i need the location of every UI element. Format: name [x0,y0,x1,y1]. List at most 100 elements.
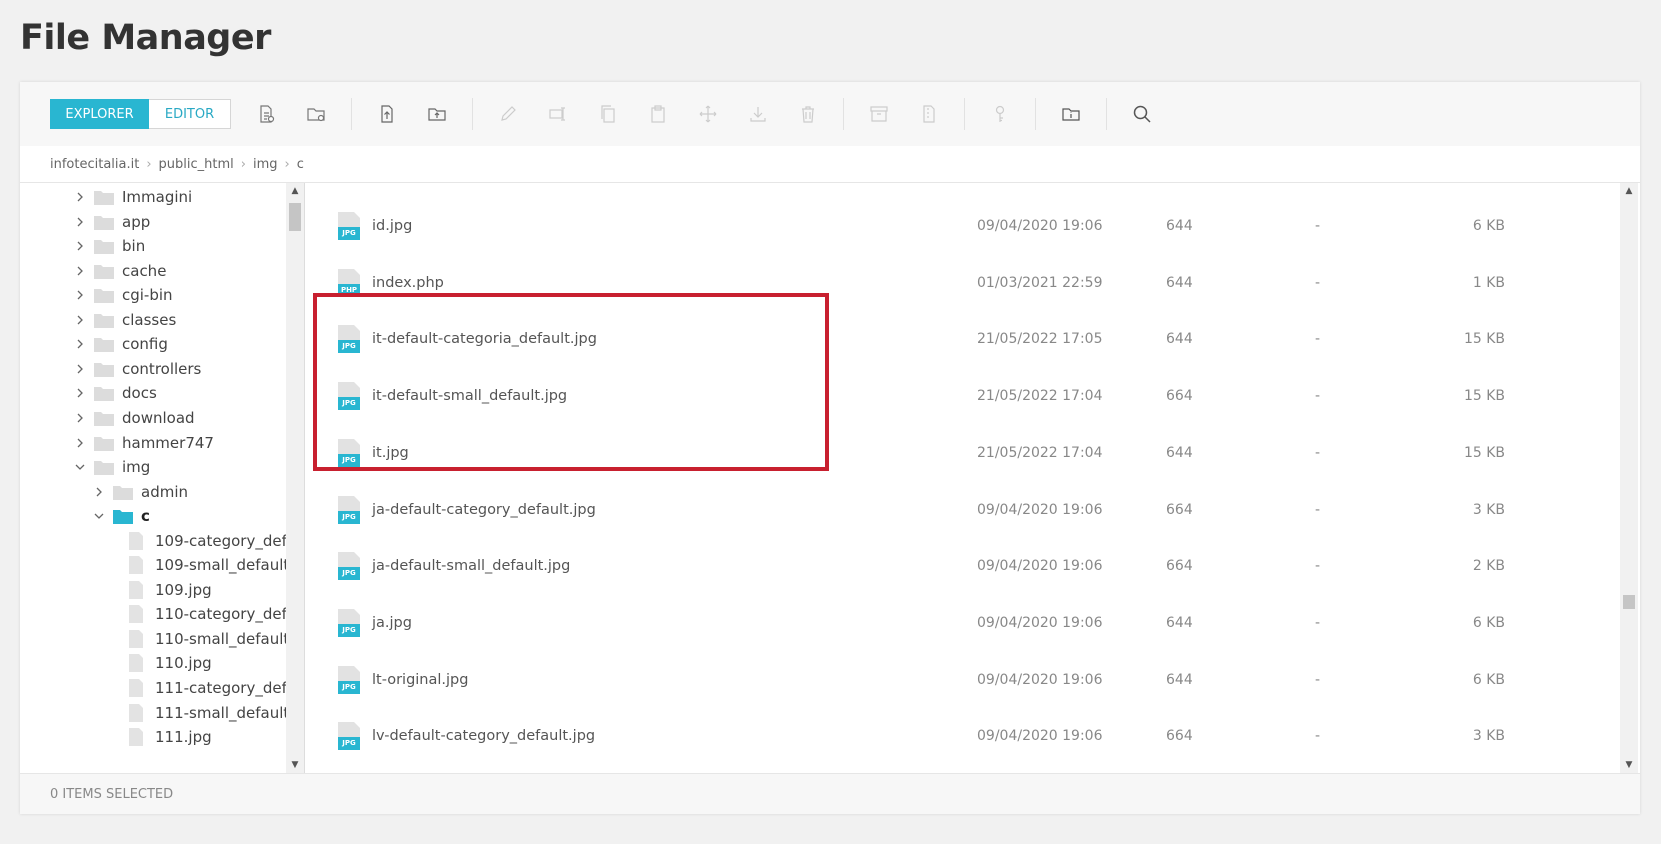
extract-icon[interactable] [914,99,944,129]
tree-item-label: 111-category_defa [155,679,286,697]
upload-file-icon[interactable] [372,99,402,129]
file-name: ja-default-category_default.jpg [372,501,596,518]
scroll-up-icon[interactable]: ▲ [289,186,301,196]
chevron-right-icon[interactable] [74,338,86,350]
tree-folder-item[interactable]: img [74,454,150,480]
archive-icon[interactable] [864,99,894,129]
tree-file-item[interactable]: 110.jpg [129,650,212,676]
file-list-scrollbar[interactable]: ▲ ▼ [1620,183,1638,773]
file-ext-badge: JPG [342,625,356,634]
breadcrumb-item[interactable]: infotecitalia.it [50,157,139,172]
file-size: 3 KB [1472,501,1505,518]
tree-file-item[interactable]: 109.jpg [129,577,212,603]
folder-icon [94,410,114,426]
tree-folder-item[interactable]: c [93,503,150,529]
file-row[interactable]: JPG lv-default-category_default.jpg 09/04/… [305,708,1620,764]
tree-folder-item[interactable]: bin [74,233,145,259]
search-icon[interactable] [1127,99,1157,129]
tree-file-item[interactable]: 111-small_default. [129,700,286,726]
folder-icon [94,189,114,205]
file-icon [129,605,143,624]
file-type-icon: JPG [338,438,360,467]
chevron-right-icon[interactable] [74,412,86,424]
breadcrumb-item[interactable]: c [297,157,304,172]
new-folder-icon[interactable] [301,99,331,129]
tree-folder-item[interactable]: hammer747 [74,430,214,456]
scrollbar-thumb[interactable] [289,203,301,231]
file-row[interactable]: PHP index.php 01/03/2021 22:59 644 - 1 KB [305,255,1620,311]
editor-button[interactable]: EDITOR [149,99,231,129]
edit-icon[interactable] [493,99,523,129]
tree-folder-item[interactable]: docs [74,380,157,406]
tree-folder-item[interactable]: cgi-bin [74,282,173,308]
tree-item-label: app [122,212,151,231]
upload-folder-icon[interactable] [422,99,452,129]
folder-icon [113,484,133,500]
chevron-right-icon[interactable] [74,240,86,252]
file-date: 21/05/2022 17:05 [977,331,1103,348]
info-icon[interactable] [1056,99,1086,129]
permissions-icon[interactable] [985,99,1015,129]
chevron-down-icon[interactable] [74,461,86,473]
folder-icon [94,287,114,304]
chevron-right-icon[interactable] [74,387,86,399]
file-row[interactable]: JPG it.jpg 21/05/2022 17:04 644 - 15 KB [305,425,1620,481]
tree-folder-item[interactable]: classes [74,307,176,333]
tree-folder-item[interactable]: app [74,209,150,235]
tree-folder-item[interactable]: config [74,331,168,357]
rename-icon[interactable] [543,99,573,129]
file-row[interactable]: JPG ja.jpg 09/04/2020 19:06 644 - 6 KB [305,595,1620,651]
tree-file-item[interactable]: 111-category_defa [129,675,286,701]
status-bar: 0 ITEMS SELECTED [20,773,1640,814]
chevron-right-icon[interactable] [74,363,86,375]
tree-folder-item[interactable]: download [74,405,195,431]
chevron-right-icon[interactable] [74,265,86,277]
tree-file-item[interactable]: 111.jpg [129,724,212,750]
chevron-down-icon[interactable] [93,510,105,522]
chevron-right-icon[interactable] [74,437,86,449]
paste-icon[interactable] [643,99,673,129]
file-date: 09/04/2020 19:06 [977,218,1103,234]
scroll-up-icon[interactable]: ▲ [1623,186,1635,196]
new-file-icon[interactable] [251,99,281,129]
scroll-down-icon[interactable]: ▼ [289,760,301,770]
file-row[interactable]: JPG lt-original.jpg 09/04/2020 19:06 644 - 6 … [305,652,1620,708]
scroll-down-icon[interactable]: ▼ [1623,760,1635,770]
download-icon[interactable] [743,99,773,129]
file-row[interactable]: JPG it-default-categoria_default.jpg 21/05… [305,311,1620,367]
move-icon[interactable] [693,99,723,129]
tree-item-label: c [141,507,150,526]
tree-folder-item[interactable]: Immagini [74,184,192,210]
file-row[interactable]: JPG ja-default-small_default.jpg 09/04/202… [305,538,1620,594]
scrollbar-thumb[interactable] [1623,595,1635,609]
chevron-right-icon[interactable] [74,289,86,301]
breadcrumb-item[interactable]: public_html [159,157,234,172]
file-date: 09/04/2020 19:06 [977,671,1103,688]
tree-file-item[interactable]: 109-category_defa [129,528,286,554]
tree-folder-item[interactable]: admin [93,479,188,505]
chevron-right-icon[interactable] [74,314,86,326]
toolbar-divider [351,98,352,130]
file-name: ja.jpg [372,614,412,631]
tree-folder-item[interactable]: cache [74,258,166,284]
file-date: 09/04/2020 19:06 [977,558,1103,575]
tree-scrollbar[interactable]: ▲ ▼ [286,183,304,773]
explorer-button[interactable]: EXPLORER [50,99,149,129]
tree-folder-item[interactable]: controllers [74,356,201,382]
tree-file-item[interactable]: 110-category_defa [129,601,286,627]
delete-icon[interactable] [793,99,823,129]
chevron-right-icon[interactable] [74,216,86,228]
chevron-right-icon[interactable] [74,191,86,203]
tree-file-item[interactable]: 109-small_default. [129,552,286,578]
breadcrumb-item[interactable]: img [253,157,278,172]
tree-file-item[interactable]: 110-small_default. [129,626,286,652]
file-row[interactable]: JPG it-default-small_default.jpg 21/05/202… [305,368,1620,424]
copy-icon[interactable] [593,99,623,129]
file-type-icon: JPG [338,495,360,524]
file-row[interactable]: JPG id.jpg 09/04/2020 19:06 644 - 6 KB [305,198,1620,254]
file-row[interactable]: JPG ja-default-category_default.jpg 09/04/… [305,482,1620,538]
file-name: lt-original.jpg [372,671,469,688]
file-date: 01/03/2021 22:59 [977,274,1103,291]
chevron-right-icon[interactable] [93,486,105,498]
file-owner: - [1315,444,1321,461]
